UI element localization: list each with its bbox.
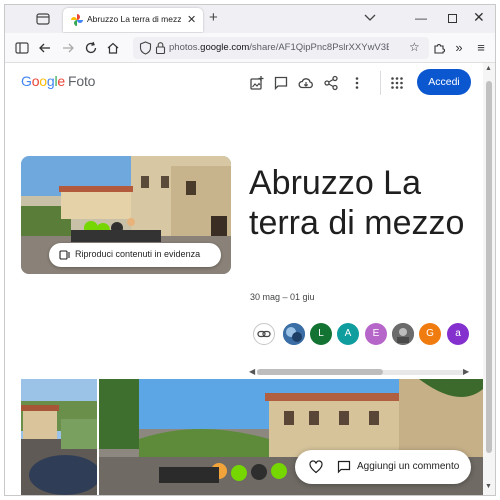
google-photos-page: Google Foto Accedi Riproduci contenuti i… xyxy=(5,63,483,495)
avatar[interactable]: a xyxy=(447,323,469,345)
tab-title: Abruzzo La terra di mezzo - Goo xyxy=(87,14,181,24)
browser-tab[interactable]: Abruzzo La terra di mezzo - Goo ✕ xyxy=(63,8,203,32)
share-icon[interactable] xyxy=(323,75,339,91)
avatar[interactable]: E xyxy=(365,323,387,345)
url-prefix: photos. xyxy=(169,42,201,53)
scrollbar-thumb[interactable] xyxy=(257,369,383,375)
slideshow-icon xyxy=(59,250,70,260)
cloud-download-icon[interactable] xyxy=(298,75,314,91)
close-window-icon[interactable]: ✕ xyxy=(473,9,485,26)
tab-list-icon[interactable] xyxy=(35,11,51,27)
photo-thumbnail[interactable] xyxy=(21,379,97,495)
header-divider xyxy=(380,71,381,95)
navigation-toolbar: photos.google.com/share/AF1QipPnc8PslrXX… xyxy=(5,33,495,63)
shield-icon[interactable] xyxy=(139,41,152,55)
shared-with-row: L A E G a xyxy=(253,323,483,347)
album-title: Abruzzo La terra di mezzo xyxy=(249,164,465,242)
logo-letter: G xyxy=(21,73,32,89)
add-to-album-icon[interactable] xyxy=(249,75,265,91)
lock-icon[interactable] xyxy=(155,41,166,55)
google-photos-favicon-icon xyxy=(71,14,83,26)
album-cover-photo[interactable]: Riproduci contenuti in evidenza xyxy=(21,156,231,274)
avatar[interactable] xyxy=(283,323,305,345)
play-highlights-label: Riproduci contenuti in evidenza xyxy=(75,249,201,259)
overflow-icon[interactable]: » xyxy=(451,40,467,56)
url-text: photos.google.com/share/AF1QipPnc8PslrXX… xyxy=(169,42,389,53)
browser-window: Abruzzo La terra di mezzo - Goo ✕ + — ✕ xyxy=(4,4,496,496)
comment-bar[interactable]: Aggiungi un commento xyxy=(295,450,471,484)
back-icon[interactable] xyxy=(37,40,53,56)
reload-icon[interactable] xyxy=(83,40,99,56)
avatar[interactable]: G xyxy=(419,323,441,345)
link-icon xyxy=(257,330,271,338)
add-comment-label: Aggiungi un commento xyxy=(357,461,460,472)
avatar[interactable] xyxy=(392,323,414,345)
forward-icon[interactable] xyxy=(60,40,76,56)
minimize-icon[interactable]: — xyxy=(415,11,427,25)
sign-in-button[interactable]: Accedi xyxy=(417,69,471,95)
copy-link-button[interactable] xyxy=(253,323,275,345)
logo-letter: e xyxy=(57,73,65,89)
google-photos-logo[interactable]: Google Foto xyxy=(21,73,95,89)
photo-image xyxy=(21,379,97,495)
url-bar[interactable]: photos.google.com/share/AF1QipPnc8PslrXX… xyxy=(133,37,429,59)
url-domain: google.com xyxy=(200,42,250,53)
album-date: 30 mag – 01 giu xyxy=(250,292,315,302)
home-icon[interactable] xyxy=(105,40,121,56)
url-path: /share/AF1QipPnc8PslrXXYwV3BmkdyUd xyxy=(249,42,389,53)
menu-icon[interactable]: ≡ xyxy=(473,40,489,56)
maximize-icon[interactable] xyxy=(448,14,457,23)
avatar[interactable]: L xyxy=(310,323,332,345)
scroll-right-icon[interactable]: ▶ xyxy=(463,367,469,376)
scroll-up-icon[interactable]: ▲ xyxy=(485,65,492,72)
apps-grid-icon[interactable] xyxy=(389,75,405,91)
scroll-left-icon[interactable]: ◀ xyxy=(249,367,255,376)
avatar-photo-icon xyxy=(392,323,414,345)
app-header: Google Foto Accedi xyxy=(5,63,483,103)
scrollbar-thumb[interactable] xyxy=(486,81,492,453)
scroll-down-icon[interactable]: ▼ xyxy=(485,483,492,490)
horizontal-scrollbar[interactable]: ◀ ▶ xyxy=(249,367,471,376)
close-icon[interactable]: ✕ xyxy=(187,13,196,26)
heart-icon[interactable] xyxy=(309,460,323,474)
star-icon[interactable]: ☆ xyxy=(409,40,420,54)
extensions-icon[interactable] xyxy=(431,40,447,56)
logo-product-name: Foto xyxy=(68,73,96,89)
sidebar-icon[interactable] xyxy=(14,40,30,56)
play-highlights-button[interactable]: Riproduci contenuti in evidenza xyxy=(49,243,221,267)
tab-strip: Abruzzo La terra di mezzo - Goo ✕ + — ✕ xyxy=(5,5,495,33)
logo-letter: o xyxy=(39,73,47,89)
avatar-photo-icon xyxy=(283,323,305,345)
more-vert-icon[interactable] xyxy=(349,75,365,91)
plus-icon[interactable]: + xyxy=(209,9,218,26)
vertical-scrollbar[interactable]: ▲ ▼ xyxy=(483,63,495,495)
chevron-down-icon[interactable] xyxy=(364,13,376,23)
avatar[interactable]: A xyxy=(337,323,359,345)
comment-icon xyxy=(337,460,351,474)
comment-icon[interactable] xyxy=(273,75,289,91)
